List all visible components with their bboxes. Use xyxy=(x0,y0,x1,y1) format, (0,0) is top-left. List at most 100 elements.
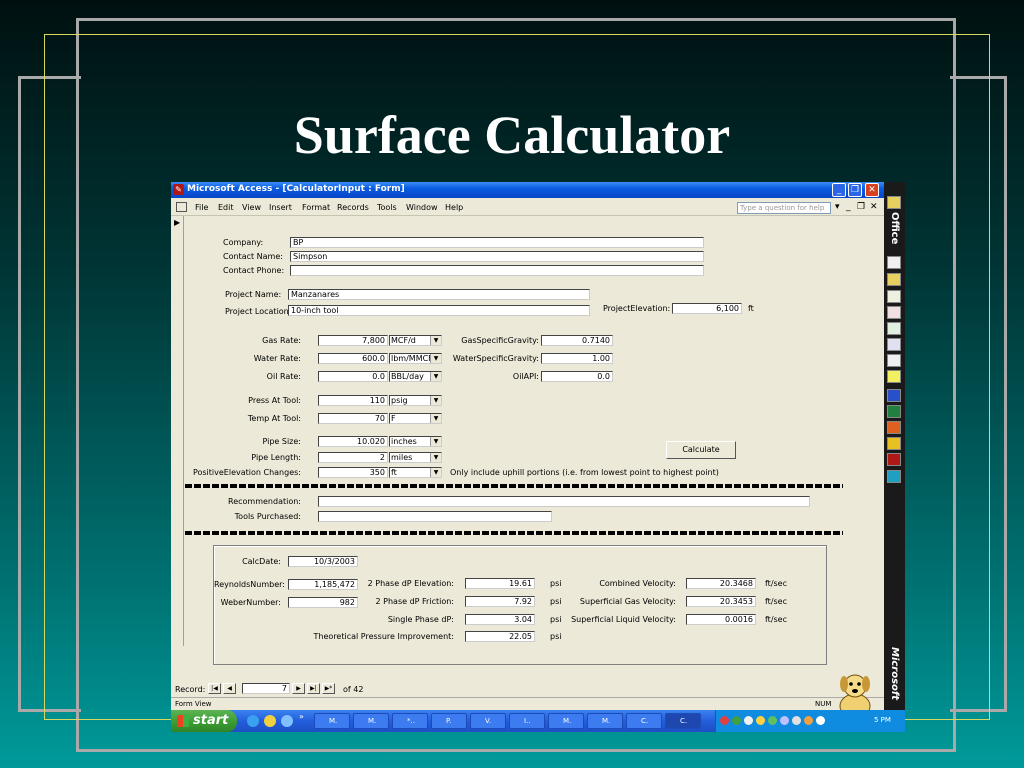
tray-clock[interactable]: 5 PM xyxy=(874,716,891,724)
dropdown-arrow-icon[interactable]: ▼ xyxy=(430,453,441,462)
new-document-icon[interactable] xyxy=(887,256,901,269)
menu-insert[interactable]: Insert xyxy=(269,203,292,212)
record-number-field[interactable]: 7 xyxy=(242,683,290,694)
gas-sg-field[interactable]: 0.7140 xyxy=(541,335,613,346)
superficial-liquid-velocity-field[interactable]: 0.0016 xyxy=(686,614,756,625)
mdi-minimize-icon[interactable]: _ xyxy=(846,202,851,212)
journal-icon[interactable] xyxy=(887,354,901,367)
company-field[interactable]: BP xyxy=(290,237,704,248)
quicklaunch-more-icon[interactable]: » xyxy=(299,712,304,721)
dropdown-arrow-icon[interactable]: ▼ xyxy=(430,336,441,345)
tray-update-icon[interactable] xyxy=(816,716,825,725)
first-record-button[interactable]: |◀ xyxy=(208,683,221,694)
water-rate-unit-select[interactable]: lbm/MMCF ▼ xyxy=(389,353,442,364)
mdi-restore-icon[interactable]: ❐ xyxy=(857,202,865,212)
water-sg-field[interactable]: 1.00 xyxy=(541,353,613,364)
dropdown-arrow-icon[interactable]: ▼ xyxy=(430,437,441,446)
dropdown-arrow-icon[interactable]: ▼ xyxy=(430,414,441,423)
project-elevation-field[interactable]: 6,100 xyxy=(672,303,742,314)
taskbar-button[interactable]: *.. xyxy=(392,713,428,729)
tray-messenger-icon[interactable] xyxy=(768,716,777,725)
pipe-length-unit-select[interactable]: miles ▼ xyxy=(389,452,442,463)
oil-rate-field[interactable]: 0.0 xyxy=(318,371,388,382)
taskbar-button[interactable]: C. xyxy=(626,713,662,729)
oil-rate-unit-select[interactable]: BBL/day ▼ xyxy=(389,371,442,382)
temp-at-tool-field[interactable]: 70 xyxy=(318,413,388,424)
calc-date-field[interactable]: 10/3/2003 xyxy=(288,556,358,567)
press-at-tool-field[interactable]: 110 xyxy=(318,395,388,406)
tray-sync-icon[interactable] xyxy=(780,716,789,725)
menu-tools[interactable]: Tools xyxy=(377,203,397,212)
tray-volume-icon[interactable] xyxy=(744,716,753,725)
temp-unit-select[interactable]: F ▼ xyxy=(389,413,442,424)
quicklaunch-media-icon[interactable] xyxy=(281,715,293,727)
contact-phone-field[interactable] xyxy=(290,265,704,276)
menu-window[interactable]: Window xyxy=(406,203,438,212)
two-phase-elevation-field[interactable]: 19.61 xyxy=(465,578,535,589)
two-phase-friction-field[interactable]: 7.92 xyxy=(465,596,535,607)
quicklaunch-ie-icon[interactable] xyxy=(247,715,259,727)
access-icon[interactable] xyxy=(887,453,901,466)
mdi-close-icon[interactable]: ✕ xyxy=(870,202,878,212)
dropdown-arrow-icon[interactable]: ▼ xyxy=(430,396,441,405)
excel-icon[interactable] xyxy=(887,405,901,418)
dropdown-arrow-icon[interactable]: ▼ xyxy=(430,354,441,363)
taskbar-button[interactable]: M. xyxy=(587,713,623,729)
menu-file[interactable]: File xyxy=(195,203,208,212)
note-icon[interactable] xyxy=(887,370,901,383)
help-question-input[interactable]: Type a question for help xyxy=(737,202,831,214)
start-button[interactable]: start xyxy=(171,710,237,732)
press-unit-select[interactable]: psig ▼ xyxy=(389,395,442,406)
pipe-length-field[interactable]: 2 xyxy=(318,452,388,463)
theoretical-pressure-field[interactable]: 22.05 xyxy=(465,631,535,642)
menu-view[interactable]: View xyxy=(242,203,261,212)
word-icon[interactable] xyxy=(887,389,901,402)
dropdown-arrow-icon[interactable]: ▼ xyxy=(430,372,441,381)
positive-elevation-field[interactable]: 350 xyxy=(318,467,388,478)
open-document-icon[interactable] xyxy=(887,273,901,286)
record-selector[interactable]: ▶ xyxy=(171,216,184,646)
taskbar-button-active[interactable]: C. xyxy=(665,713,701,729)
minimize-button[interactable]: _ xyxy=(832,183,846,197)
appointment-icon[interactable] xyxy=(887,306,901,319)
new-record-button[interactable]: ▶* xyxy=(322,683,335,694)
taskbar-button[interactable]: V. xyxy=(470,713,506,729)
single-phase-field[interactable]: 3.04 xyxy=(465,614,535,625)
calculate-button[interactable]: Calculate xyxy=(666,441,736,459)
gas-rate-field[interactable]: 7,800 xyxy=(318,335,388,346)
contact-name-field[interactable]: Simpson xyxy=(290,251,704,262)
positive-elevation-unit-select[interactable]: ft ▼ xyxy=(389,467,442,478)
superficial-gas-velocity-field[interactable]: 20.3453 xyxy=(686,596,756,607)
menu-help[interactable]: Help xyxy=(445,203,463,212)
task-icon[interactable] xyxy=(887,322,901,335)
publisher-icon[interactable] xyxy=(887,470,901,483)
tray-network-icon[interactable] xyxy=(732,716,741,725)
water-rate-field[interactable]: 600.0 xyxy=(318,353,388,364)
access-key-icon[interactable]: ✎ xyxy=(173,184,184,195)
title-bar[interactable]: ✎ Microsoft Access - [CalculatorInput : … xyxy=(171,182,884,198)
project-location-field[interactable]: 10-inch tool xyxy=(288,305,590,316)
dropdown-arrow-icon[interactable]: ▼ xyxy=(430,468,441,477)
restore-button[interactable]: ❐ xyxy=(848,183,862,197)
tray-antivirus-icon[interactable] xyxy=(756,716,765,725)
help-dropdown-icon[interactable]: ▾ xyxy=(835,202,840,212)
menu-records[interactable]: Records xyxy=(337,203,369,212)
taskbar-button[interactable]: M. xyxy=(548,713,584,729)
taskbar-button[interactable]: I.. xyxy=(509,713,545,729)
quicklaunch-outlook-icon[interactable] xyxy=(264,715,276,727)
mail-icon[interactable] xyxy=(887,290,901,303)
menu-edit[interactable]: Edit xyxy=(218,203,234,212)
previous-record-button[interactable]: ◀ xyxy=(223,683,236,694)
tray-shield-icon[interactable] xyxy=(720,716,729,725)
recommendation-field[interactable] xyxy=(318,496,810,507)
last-record-button[interactable]: ▶| xyxy=(307,683,320,694)
taskbar-button[interactable]: M. xyxy=(353,713,389,729)
powerpoint-icon[interactable] xyxy=(887,421,901,434)
menu-format[interactable]: Format xyxy=(302,203,330,212)
oil-api-field[interactable]: 0.0 xyxy=(541,371,613,382)
next-record-button[interactable]: ▶ xyxy=(292,683,305,694)
pipe-size-field[interactable]: 10.020 xyxy=(318,436,388,447)
close-button[interactable]: ✕ xyxy=(865,183,879,197)
gas-rate-unit-select[interactable]: MCF/d ▼ xyxy=(389,335,442,346)
tools-purchased-field[interactable] xyxy=(318,511,552,522)
